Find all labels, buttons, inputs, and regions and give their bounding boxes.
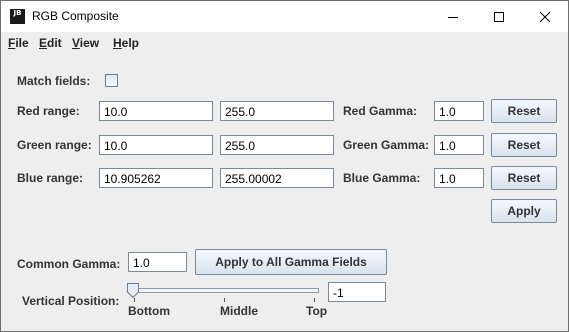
common-gamma-input[interactable]: [128, 252, 187, 272]
blue-gamma-label: Blue Gamma:: [343, 171, 421, 185]
close-button[interactable]: [522, 1, 568, 32]
red-range-label: Red range:: [17, 104, 80, 118]
menu-file[interactable]: File: [8, 36, 29, 50]
menu-help[interactable]: Help: [113, 36, 139, 50]
minimize-button[interactable]: [430, 1, 476, 32]
menu-edit[interactable]: Edit: [39, 36, 62, 50]
menu-view-mnemonic: V: [72, 36, 80, 50]
blue-range-max-input[interactable]: [220, 168, 334, 188]
green-range-max-input[interactable]: [220, 135, 334, 155]
menu-edit-label: dit: [47, 36, 62, 50]
menu-view-label: iew: [79, 36, 100, 50]
vertical-position-input[interactable]: [328, 282, 386, 302]
vertical-position-label: Vertical Position:: [22, 294, 120, 308]
menu-file-label: ile: [15, 36, 29, 50]
slider-tick-bottom: [134, 298, 135, 302]
app-icon: JB: [10, 9, 25, 24]
green-gamma-label: Green Gamma:: [343, 138, 430, 152]
menu-help-mnemonic: H: [113, 36, 122, 50]
red-range-max-input[interactable]: [220, 101, 334, 121]
red-reset-button[interactable]: Reset: [491, 99, 557, 123]
menu-bar: File Edit View Help: [1, 32, 568, 55]
slider-tick-middle: [224, 298, 225, 302]
apply-all-gamma-button[interactable]: Apply to All Gamma Fields: [195, 249, 387, 275]
menu-help-label: elp: [121, 36, 140, 50]
red-gamma-input[interactable]: [434, 101, 484, 121]
slider-label-top: Top: [306, 304, 328, 318]
green-range-label: Green range:: [17, 138, 92, 152]
slider-label-middle: Middle: [220, 304, 258, 318]
green-range-min-input[interactable]: [99, 135, 213, 155]
vertical-position-slider-track[interactable]: [129, 288, 319, 293]
menu-view[interactable]: View: [72, 36, 99, 50]
maximize-icon: [494, 12, 504, 22]
match-fields-checkbox[interactable]: [105, 74, 118, 87]
minimize-icon: [448, 17, 458, 18]
blue-range-min-input[interactable]: [99, 168, 213, 188]
match-fields-label: Match fields:: [17, 74, 91, 88]
maximize-button[interactable]: [476, 1, 522, 32]
apply-button[interactable]: Apply: [491, 199, 557, 223]
red-gamma-label: Red Gamma:: [343, 104, 418, 118]
app-icon-text: JB: [13, 9, 22, 17]
red-range-min-input[interactable]: [99, 101, 213, 121]
slider-label-bottom: Bottom: [128, 304, 170, 318]
green-reset-button[interactable]: Reset: [491, 133, 557, 157]
close-icon: [539, 11, 551, 23]
window-title: RGB Composite: [32, 9, 119, 23]
blue-gamma-input[interactable]: [434, 168, 484, 188]
blue-range-label: Blue range:: [17, 171, 84, 185]
title-bar[interactable]: JB RGB Composite: [1, 1, 568, 32]
green-gamma-input[interactable]: [434, 135, 484, 155]
common-gamma-label: Common Gamma:: [17, 257, 121, 271]
slider-tick-top: [314, 298, 315, 302]
menu-edit-mnemonic: E: [39, 36, 48, 50]
blue-reset-button[interactable]: Reset: [491, 166, 557, 190]
slider-thumb-icon[interactable]: [126, 282, 140, 299]
rgb-composite-window: JB RGB Composite File Edit View Help Mat…: [0, 0, 569, 332]
